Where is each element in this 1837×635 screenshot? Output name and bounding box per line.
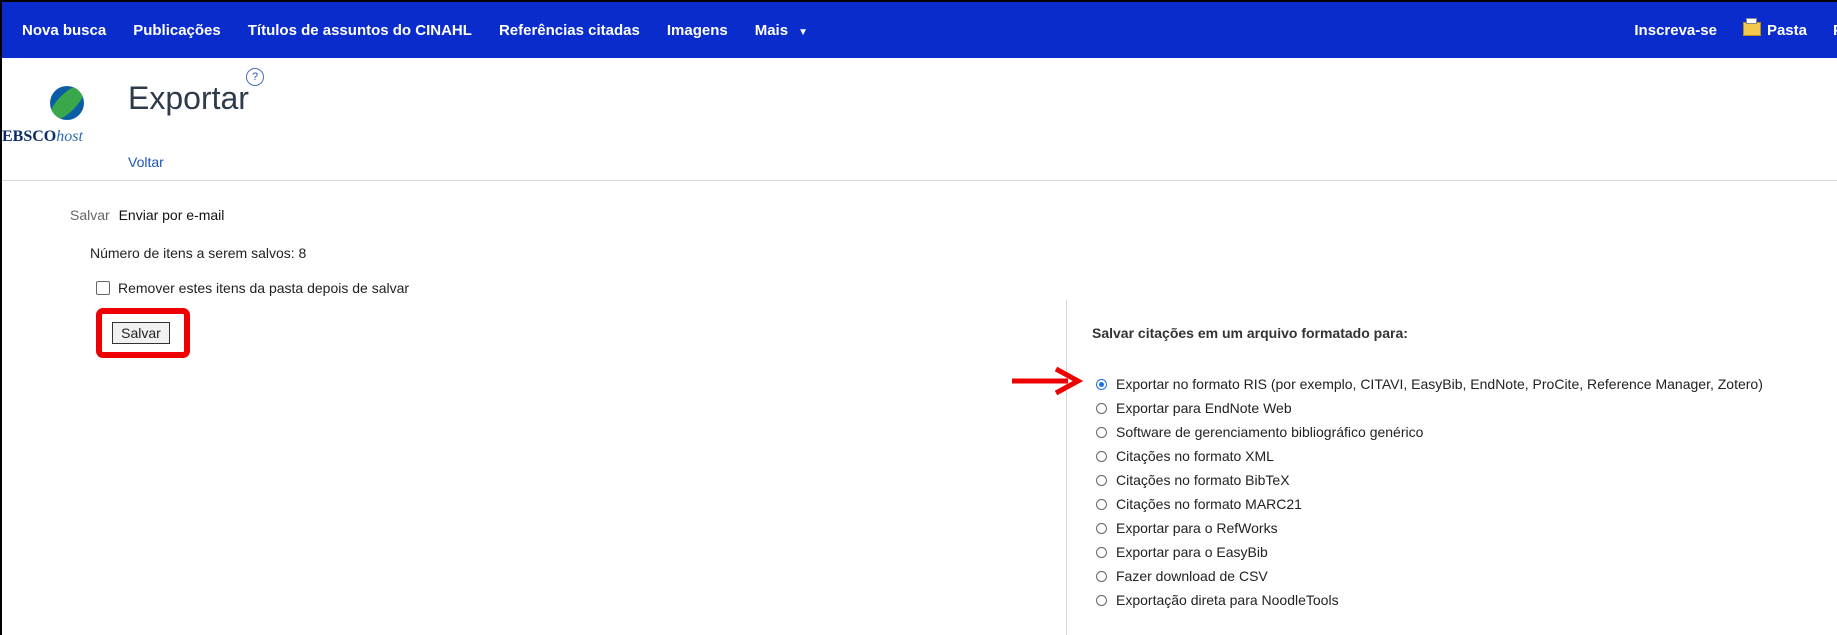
back-link[interactable]: Voltar — [128, 154, 164, 170]
format-option-radio[interactable] — [1096, 474, 1107, 486]
format-option-radio[interactable] — [1096, 546, 1107, 558]
format-option-radio[interactable] — [1096, 402, 1107, 414]
nav-folder[interactable]: Pasta — [1742, 17, 1807, 39]
red-arrow-icon — [1012, 366, 1084, 396]
help-icon[interactable]: ? — [246, 68, 264, 86]
nav-folder-label: Pasta — [1766, 21, 1807, 39]
format-option-label: Exportar para o EasyBib — [1116, 544, 1268, 560]
nav-left-group: Nova busca Publicações Títulos de assunt… — [2, 22, 835, 39]
ebsco-logo-icon — [50, 86, 84, 120]
nav-more-label: Mais — [754, 21, 789, 39]
remove-items-option[interactable]: Remover estes itens da pasta depois de s… — [96, 280, 409, 296]
format-option[interactable]: Exportar para o RefWorks — [1096, 516, 1763, 540]
format-option[interactable]: Citações no formato BibTeX — [1096, 468, 1763, 492]
format-heading: Salvar citações em um arquivo formatado … — [1092, 325, 1408, 341]
remove-items-label: Remover estes itens da pasta depois de s… — [118, 280, 410, 296]
format-option[interactable]: Citações no formato XML — [1096, 444, 1763, 468]
format-option-label: Citações no formato BibTeX — [1116, 472, 1290, 488]
format-option-label: Exportar no formato RIS (por exemplo, CI… — [1116, 376, 1763, 392]
format-option-radio[interactable] — [1096, 426, 1107, 438]
save-label: Salvar — [70, 207, 110, 223]
email-link[interactable]: Enviar por e-mail — [119, 207, 225, 223]
nav-preferences-truncated[interactable]: P — [1833, 22, 1837, 39]
format-option-radio[interactable] — [1096, 450, 1107, 462]
format-option-radio[interactable] — [1096, 522, 1107, 534]
header-divider — [2, 180, 1837, 181]
format-option-label: Exportar para EndNote Web — [1116, 400, 1292, 416]
nav-images[interactable]: Imagens — [667, 22, 728, 39]
nav-more-menu[interactable]: Mais ▼ — [755, 22, 808, 39]
nav-sign-in[interactable]: Inscreva-se — [1634, 22, 1717, 39]
format-option[interactable]: Fazer download de CSV — [1096, 564, 1763, 588]
ebsco-logo-text: EBSCOhost — [2, 128, 83, 146]
format-option[interactable]: Exportar no formato RIS (por exemplo, CI… — [1096, 372, 1763, 396]
format-option-label: Exportar para o RefWorks — [1116, 520, 1278, 536]
format-option-radio[interactable] — [1096, 378, 1107, 390]
format-option[interactable]: Exportação direta para NoodleTools — [1096, 588, 1763, 612]
logo-main-text: EBSCO — [2, 128, 57, 145]
format-option-radio[interactable] — [1096, 594, 1107, 606]
format-option-radio[interactable] — [1096, 570, 1107, 582]
format-option-label: Citações no formato XML — [1116, 448, 1274, 464]
format-option-label: Citações no formato MARC21 — [1116, 496, 1302, 512]
format-option-label: Software de gerenciamento bibliográfico … — [1116, 424, 1424, 440]
caret-down-icon: ▼ — [798, 26, 808, 38]
logo-sub-text: host — [56, 128, 83, 145]
remove-items-checkbox[interactable] — [96, 281, 110, 295]
nav-cited-references[interactable]: Referências citadas — [499, 22, 640, 39]
format-option-label: Fazer download de CSV — [1116, 568, 1268, 584]
nav-publications[interactable]: Publicações — [133, 22, 221, 39]
save-options-row: Salvar Enviar por e-mail — [70, 207, 224, 223]
format-option[interactable]: Software de gerenciamento bibliográfico … — [1096, 420, 1763, 444]
nav-right-group: Inscreva-se Pasta P — [1634, 2, 1837, 58]
save-button[interactable]: Salvar — [112, 322, 170, 344]
nav-cinahl-subject-headings[interactable]: Títulos de assuntos do CINAHL — [248, 22, 472, 39]
format-option-radio[interactable] — [1096, 498, 1107, 510]
format-option[interactable]: Citações no formato MARC21 — [1096, 492, 1763, 516]
panel-divider — [1066, 300, 1067, 635]
format-option[interactable]: Exportar para o EasyBib — [1096, 540, 1763, 564]
top-navigation-bar: Nova busca Publicações Títulos de assunt… — [2, 2, 1837, 58]
item-count-text: Número de itens a serem salvos: 8 — [90, 245, 307, 261]
folder-icon — [1742, 17, 1761, 36]
format-option-label: Exportação direta para NoodleTools — [1116, 592, 1339, 608]
page-title: Exportar — [128, 80, 249, 116]
format-options-list: Exportar no formato RIS (por exemplo, CI… — [1096, 372, 1763, 612]
nav-new-search[interactable]: Nova busca — [22, 22, 106, 39]
format-option[interactable]: Exportar para EndNote Web — [1096, 396, 1763, 420]
